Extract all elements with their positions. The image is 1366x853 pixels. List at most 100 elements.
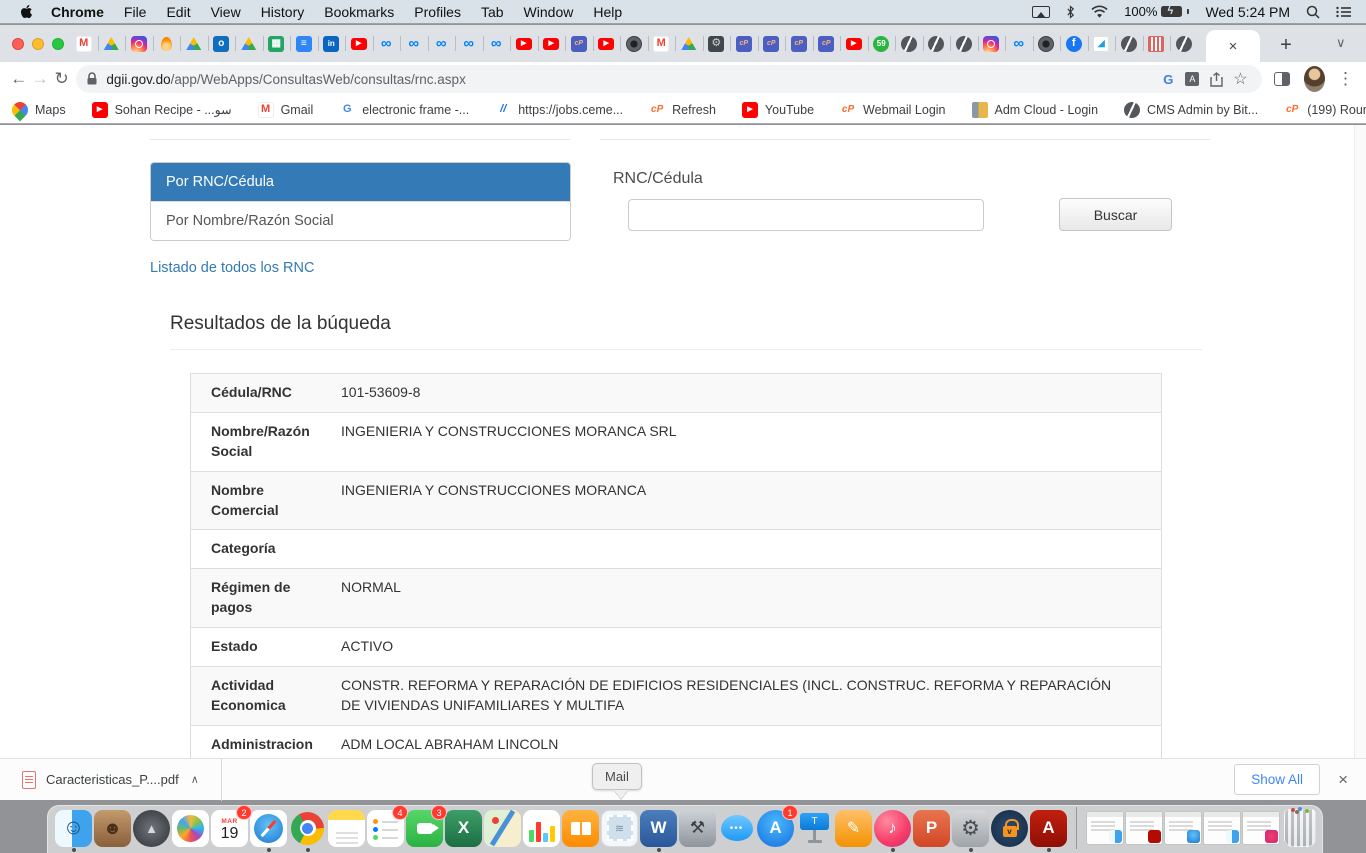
dock-itunes[interactable]: ♪ [874,808,912,848]
bookmark-4[interactable]: //https://jobs.ceme... [495,102,623,118]
download-bar-close-icon[interactable]: × [1338,770,1348,790]
reload-button[interactable]: ↻ [51,66,72,92]
tab-instagram-2[interactable] [125,25,153,62]
dock-keynote[interactable]: T [796,808,834,848]
menu-view[interactable]: View [201,0,251,24]
tab-close-icon[interactable]: × [1229,39,1238,54]
dock-chrome[interactable] [289,808,327,848]
chrome-menu-icon[interactable]: ⋮ [1337,69,1354,89]
dock-calendar[interactable]: MAR192 [211,808,249,848]
tab-linkedin-9[interactable]: in [318,25,346,62]
tab-meta-34[interactable]: ∞ [1005,25,1033,62]
show-all-button[interactable]: Show All [1234,764,1320,795]
apple-menu-icon[interactable] [14,4,41,19]
dock-powerpoint[interactable]: P [913,808,951,848]
bookmark-6[interactable]: ▶YouTube [742,102,814,118]
listado-rnc-link[interactable]: Listado de todos los RNC [150,260,314,276]
dock-maps[interactable] [484,808,522,848]
dock-finder[interactable]: ☺ [55,808,93,848]
tab-whatsapp-29[interactable]: 59 [868,25,896,62]
tab-cpanel-18[interactable]: cP [565,25,593,62]
dock-excel[interactable]: X [445,808,483,848]
bookmark-3[interactable]: Gelectronic frame -... [339,102,469,118]
active-tab[interactable]: × [1206,30,1260,62]
menu-edit[interactable]: Edit [156,0,200,24]
tab-gmail-0[interactable]: M [70,25,98,62]
spotlight-search-icon[interactable] [1306,5,1320,19]
dock-notes[interactable] [328,808,366,848]
dock-ibooks[interactable] [562,808,600,848]
menu-window[interactable]: Window [514,0,584,24]
side-panel-icon[interactable] [1274,72,1289,86]
tab-chrome-dark-20[interactable] [620,25,648,62]
menu-file[interactable]: File [114,0,157,24]
menu-help[interactable]: Help [583,0,632,24]
download-item[interactable]: Caracteristicas_P....pdf ∧ [0,759,215,801]
window-zoom-button[interactable] [52,38,64,50]
tab-globe-31[interactable] [923,25,951,62]
dock-pages[interactable]: ✎ [835,808,873,848]
dock-app-store[interactable]: A1 [757,808,795,848]
tab-cpanel-26[interactable]: cP [785,25,813,62]
tab-globe-38[interactable] [1115,25,1143,62]
tab-meta-11[interactable]: ∞ [373,25,401,62]
menu-clock[interactable]: Wed 5:24 PM [1205,4,1290,20]
dock-vpn-lock[interactable]: v [991,808,1029,848]
tab-drive-22[interactable] [675,25,703,62]
dock-safari[interactable] [250,808,288,848]
tab-overflow-chevron-icon[interactable]: ∨ [1336,35,1346,51]
tab-drive-1[interactable] [98,25,126,62]
battery-status[interactable]: 100% ϟ [1124,4,1189,19]
menu-history[interactable]: History [251,0,315,24]
tab-dgii-39[interactable] [1143,25,1171,62]
dock-mail[interactable]: ≋ [601,808,639,848]
dock-utilities[interactable]: ⚒ [679,808,717,848]
dock-numbers[interactable] [523,808,561,848]
bluetooth-icon[interactable] [1066,5,1075,19]
dock-minimized-window-acrobat[interactable] [1125,808,1163,848]
bookmark-5[interactable]: cPRefresh [649,102,716,118]
tab-mailblue-37[interactable]: ◢ [1088,25,1116,62]
dock-reminders[interactable]: 4 [367,808,405,848]
share-icon[interactable] [1204,67,1228,91]
bookmark-9[interactable]: CMS Admin by Bit... [1124,102,1258,118]
dock-minimized-window-finder[interactable] [1086,808,1124,848]
forward-button[interactable]: → [29,66,50,92]
tab-chrome-dark-35[interactable] [1033,25,1061,62]
lock-icon[interactable] [86,72,98,86]
tab-globe-30[interactable] [895,25,923,62]
dock-photos[interactable] [172,808,210,848]
menu-bookmarks[interactable]: Bookmarks [314,0,404,24]
translate-icon[interactable]: A [1180,67,1204,91]
window-close-button[interactable] [12,38,24,50]
tab-meta-15[interactable]: ∞ [483,25,511,62]
dock-contacts[interactable]: ☻ [94,808,132,848]
page-scrollbar[interactable] [1354,125,1366,758]
tab-gmail-21[interactable]: M [648,25,676,62]
dock-minimized-window-itunes[interactable] [1242,808,1280,848]
dock-acrobat[interactable]: A [1030,808,1068,848]
back-button[interactable]: ← [8,66,29,92]
tab-por-rnc-cedula[interactable]: Por RNC/Cédula [151,163,570,201]
tab-sheets-7[interactable]: ▦ [263,25,291,62]
tab-drive-4[interactable] [180,25,208,62]
tab-youtube-19[interactable]: ▶ [593,25,621,62]
google-g-icon[interactable]: G [1156,67,1180,91]
new-tab-button[interactable]: + [1272,31,1300,59]
tab-cpanel-27[interactable]: cP [813,25,841,62]
download-chevron-icon[interactable]: ∧ [191,773,199,786]
rnc-cedula-input[interactable] [628,199,984,231]
tab-globe-32[interactable] [950,25,978,62]
wifi-icon[interactable] [1091,5,1108,18]
tab-youtube-28[interactable]: ▶ [840,25,868,62]
tab-facebook-36[interactable]: f [1060,25,1088,62]
menu-app-name[interactable]: Chrome [41,0,114,24]
control-center-list-icon[interactable] [1336,6,1352,18]
bookmark-2[interactable]: MGmail [258,102,314,118]
tab-globe-40[interactable] [1170,25,1198,62]
dock-launchpad[interactable]: ▲ [133,808,171,848]
bookmark-7[interactable]: cPWebmail Login [840,102,945,118]
bookmark-8[interactable]: Adm Cloud - Login [972,102,1099,118]
tab-gear-23[interactable]: ⚙ [703,25,731,62]
tab-flame-3[interactable] [153,25,181,62]
